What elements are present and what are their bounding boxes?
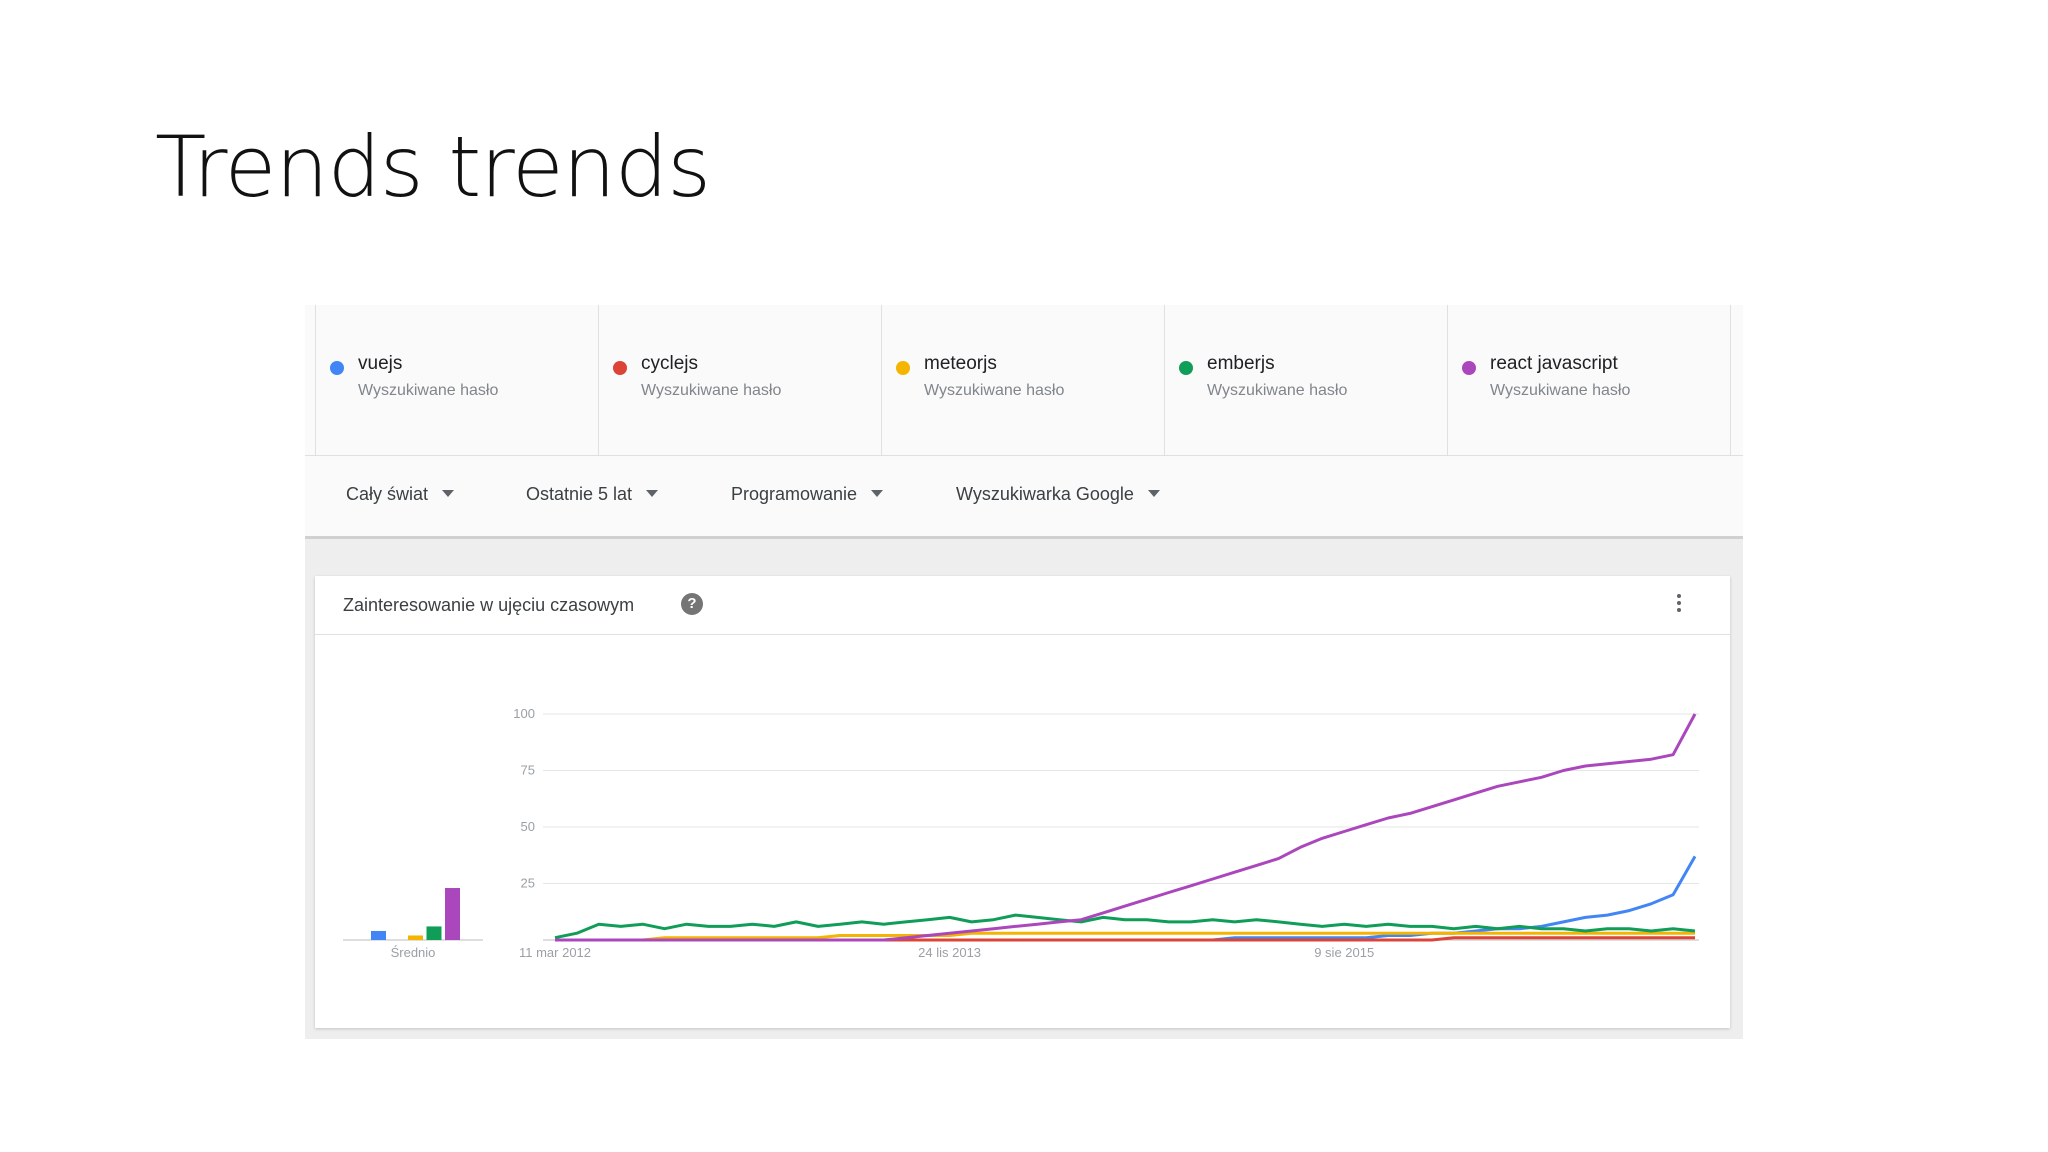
caret-down-icon <box>646 490 659 497</box>
y-tick-label: 25 <box>521 876 535 891</box>
term-card-meteorjs[interactable]: meteorjs Wyszukiwane hasło <box>881 305 1164 455</box>
trends-chart: 100 75 50 25 11 mar 2012 24 lis 2013 9 sie 201… <box>343 706 1699 960</box>
y-tick-label: 100 <box>513 706 535 721</box>
filters-bar: Cały świat Ostatnie 5 lat Programowanie … <box>305 456 1743 539</box>
time-range-dropdown[interactable]: Ostatnie 5 lat <box>526 484 659 505</box>
term-type: Wyszukiwane hasło <box>1490 382 1631 399</box>
region-dropdown[interactable]: Cały świat <box>346 484 455 505</box>
search-type-dropdown[interactable]: Wyszukiwarka Google <box>956 484 1160 505</box>
term-type: Wyszukiwane hasło <box>924 382 1065 399</box>
series-color-dot <box>1462 361 1476 375</box>
series-color-dot <box>613 361 627 375</box>
x-tick-label: 9 sie 2015 <box>1314 945 1374 960</box>
caret-down-icon <box>1147 490 1160 497</box>
term-name: meteorjs <box>924 353 997 374</box>
interest-over-time-card: Zainteresowanie w ujęciu czasowym ? 100 7… <box>315 576 1730 1028</box>
term-name: cyclejs <box>641 353 699 374</box>
term-card-cyclejs[interactable]: cyclejs Wyszukiwane hasło <box>598 305 881 455</box>
search-terms-bar: vuejs Wyszukiwane hasło cyclejs Wyszukiw… <box>305 305 1743 456</box>
term-card-react-javascript[interactable]: react javascript Wyszukiwane hasło <box>1447 305 1731 455</box>
x-tick-label: 11 mar 2012 <box>519 945 591 960</box>
series-color-dot <box>1179 361 1193 375</box>
x-tick-label: 24 lis 2013 <box>918 945 981 960</box>
series-color-dot <box>330 361 344 375</box>
category-dropdown-label: Programowanie <box>731 484 858 504</box>
average-bar-react-javascript <box>445 888 460 940</box>
time-range-dropdown-label: Ostatnie 5 lat <box>526 484 633 504</box>
term-name: vuejs <box>358 353 403 374</box>
term-name: emberjs <box>1207 353 1275 374</box>
series-color-dot <box>896 361 910 375</box>
google-trends-panel: vuejs Wyszukiwane hasło cyclejs Wyszukiw… <box>305 305 1743 1039</box>
slide-title: Trends trends <box>155 118 711 216</box>
caret-down-icon <box>442 490 455 497</box>
term-name: react javascript <box>1490 353 1618 374</box>
y-tick-label: 75 <box>521 763 535 778</box>
caret-down-icon <box>871 490 884 497</box>
term-card-emberjs[interactable]: emberjs Wyszukiwane hasło <box>1164 305 1447 455</box>
term-type: Wyszukiwane hasło <box>1207 382 1348 399</box>
category-dropdown[interactable]: Programowanie <box>731 484 884 505</box>
term-card-vuejs[interactable]: vuejs Wyszukiwane hasło <box>315 305 598 455</box>
average-label: Średnio <box>391 945 436 960</box>
term-type: Wyszukiwane hasło <box>641 382 782 399</box>
y-tick-label: 50 <box>521 819 535 834</box>
region-dropdown-label: Cały świat <box>346 484 429 504</box>
term-type: Wyszukiwane hasło <box>358 382 499 399</box>
average-bar-vuejs <box>371 930 386 940</box>
average-bar-emberjs <box>426 926 442 940</box>
search-type-dropdown-label: Wyszukiwarka Google <box>956 484 1134 504</box>
average-bar-meteorjs <box>408 935 423 940</box>
